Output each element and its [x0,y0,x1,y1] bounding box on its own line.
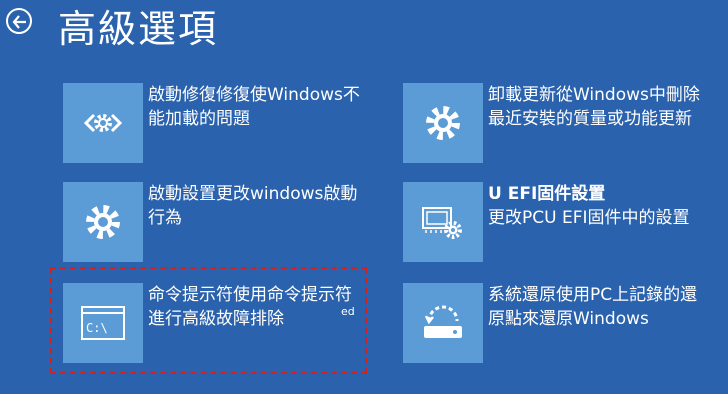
option-text: 卸載更新從Windows中刪除最近安裝的質量或功能更新 [488,85,700,129]
option-text: 啟動修復修復使Windows不能加載的問題 [148,85,360,129]
option-startup-settings[interactable]: 啟動設置更改windows啟動行為 [63,182,363,262]
option-system-restore[interactable]: 系統還原使用PC上記錄的還原點來還原Windows [403,283,703,363]
firmware-chip-gear-icon [422,207,462,239]
option-text: 啟動設置更改windows啟動行為 [148,184,358,228]
option-title: U EFI固件設置 [488,184,606,204]
page-title: 高級選項 [58,7,219,51]
back-arrow-icon [12,15,26,29]
option-uninstall-updates[interactable]: 卸載更新從Windows中刪除最近安裝的質量或功能更新 [403,83,703,163]
option-uefi-firmware[interactable]: U EFI固件設置 更改PCU EFI固件中的設置 [403,182,703,262]
option-text: 系統還原使用PC上記錄的還原點來還原Windows [488,285,698,329]
option-text: 更改PCU EFI固件中的設置 [488,208,690,228]
code-brackets-gear-icon [83,113,123,133]
highlight-box [50,267,367,374]
system-restore-icon [424,305,462,338]
back-button[interactable] [6,8,32,34]
gear-icon [426,106,460,140]
gear-icon [86,205,120,239]
option-startup-repair[interactable]: 啟動修復修復使Windows不能加載的問題 [63,83,363,163]
